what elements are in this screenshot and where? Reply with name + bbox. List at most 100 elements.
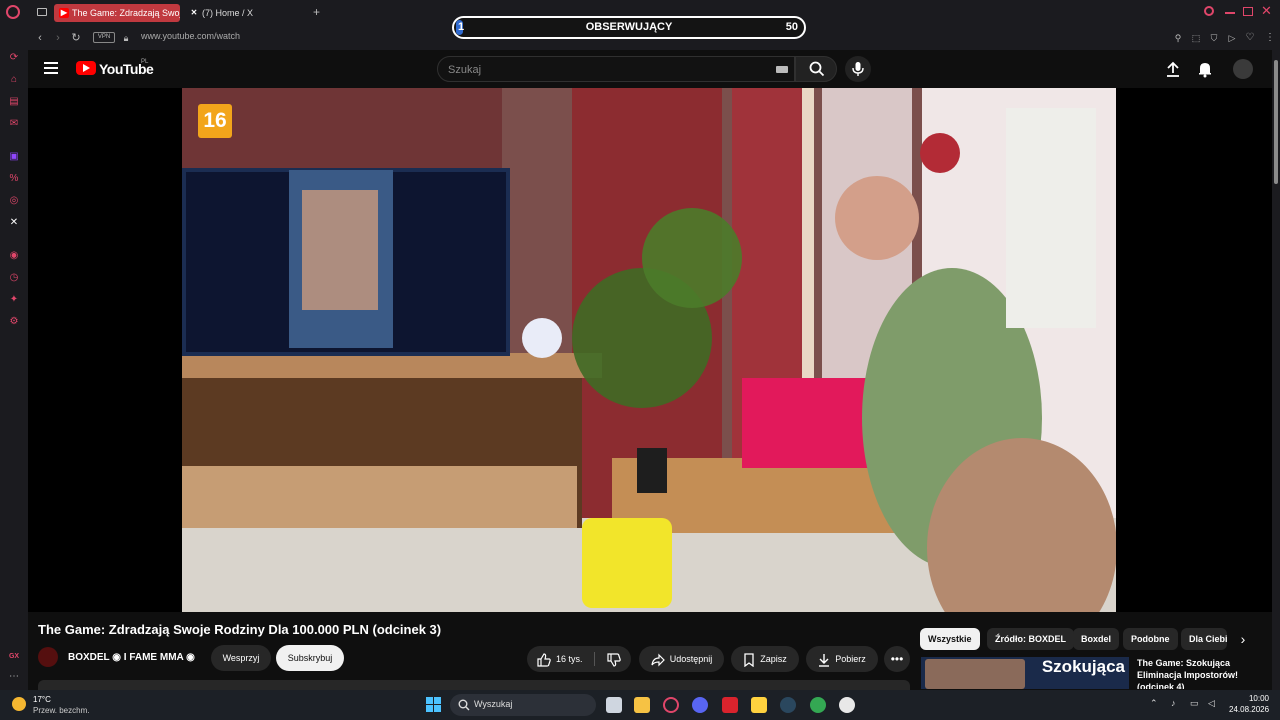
tab-youtube[interactable]: ▶ The Game: Zdradzają Swoje Rodziny — [54, 4, 180, 22]
search-input[interactable] — [448, 61, 748, 78]
lock-icon[interactable]: 🔒︎ — [118, 30, 134, 46]
like-dislike-group: 16 tys. — [527, 646, 631, 672]
news-icon[interactable]: ▤ — [7, 95, 21, 109]
settings-icon[interactable]: ⚙ — [7, 315, 21, 329]
gx-corner-icon[interactable]: ⌂ — [7, 73, 21, 87]
chrome-icon[interactable] — [810, 697, 826, 713]
share-icon — [651, 653, 665, 667]
more-vertical-icon[interactable]: ⋮ — [1262, 30, 1278, 46]
hamburger-menu-icon[interactable] — [44, 62, 58, 74]
page-scrollbar[interactable] — [1272, 50, 1280, 690]
steam-icon[interactable] — [780, 697, 796, 713]
follower-goal-overlay: 1 OBSERWUJĄCY 50 — [452, 16, 806, 39]
like-divider — [594, 652, 595, 666]
share-button[interactable]: Udostępnij — [639, 646, 724, 672]
youtube-icon: ▶ — [59, 8, 69, 18]
yellow-app-icon[interactable] — [751, 697, 767, 713]
x-sidebar-icon[interactable]: ✕ — [7, 216, 21, 230]
weather-description[interactable]: Przew. bezchm. — [33, 706, 89, 715]
video-title: The Game: Zdradzają Swoje Rodziny Dla 10… — [38, 622, 442, 637]
history-icon[interactable]: ◷ — [7, 271, 21, 285]
more-actions-button[interactable]: ••• — [884, 646, 910, 672]
volume-icon[interactable]: ◁ — [1208, 698, 1215, 709]
search-tabs-icon[interactable] — [1204, 6, 1214, 16]
windows-start-icon[interactable] — [426, 697, 442, 713]
play-icon[interactable]: ▷ — [1224, 30, 1240, 46]
video-frame[interactable]: 16 — [182, 88, 1116, 612]
maximize-icon[interactable] — [1243, 7, 1253, 16]
back-icon[interactable]: ‹ — [32, 30, 48, 46]
opera-gx-logo-icon[interactable] — [6, 5, 20, 19]
url-field[interactable]: www.youtube.com/watch — [141, 31, 240, 41]
youtube-header: YouTube PL — [28, 50, 1272, 88]
close-icon[interactable]: ✕ — [1261, 3, 1272, 19]
notifications-bell-icon[interactable] — [1196, 60, 1214, 78]
upload-icon[interactable] — [1164, 60, 1182, 78]
follower-goal: 50 — [785, 21, 798, 33]
instagram-icon[interactable]: ◎ — [7, 194, 21, 208]
network-icon[interactable]: ▭ — [1190, 698, 1199, 709]
account-avatar[interactable] — [1233, 59, 1253, 79]
channel-name[interactable]: BOXDEL ◉ I FAME MMA ◉ — [68, 652, 195, 663]
extensions-icon[interactable]: ✦ — [7, 293, 21, 307]
search-button[interactable] — [795, 56, 837, 82]
clock-date[interactable]: 24.08.2026 — [1229, 705, 1269, 714]
gx-control-icon[interactable]: ⟳ — [7, 51, 21, 65]
gx-label-icon[interactable]: GX — [7, 650, 21, 664]
vpn-badge[interactable]: VPN — [93, 32, 115, 43]
tab-switcher-icon[interactable] — [37, 8, 47, 16]
weather-sun-icon[interactable] — [12, 697, 26, 711]
discord-icon[interactable] — [692, 697, 708, 713]
thumbs-down-icon — [607, 653, 621, 667]
file-explorer-icon[interactable] — [634, 697, 650, 713]
youtube-logo-icon[interactable] — [76, 61, 96, 75]
save-button[interactable]: Zapisz — [731, 646, 799, 672]
clock-time[interactable]: 10:00 — [1229, 694, 1269, 703]
chip-related[interactable]: Podobne — [1123, 628, 1178, 650]
taskbar-search[interactable]: Wyszukaj — [450, 694, 596, 716]
chip-source[interactable]: Źródło: BOXDEL — [987, 628, 1074, 650]
chevron-right-icon[interactable]: › — [1234, 630, 1252, 648]
video-player[interactable]: 16 — [28, 88, 1272, 612]
twitch-icon[interactable]: ▣ — [7, 150, 21, 164]
forward-icon[interactable]: › — [50, 30, 66, 46]
heart-icon[interactable]: ♡ — [1242, 30, 1258, 46]
download-button[interactable]: Pobierz — [806, 646, 878, 672]
browser-app-icon[interactable] — [839, 697, 855, 713]
shield-icon[interactable]: ⛉ — [1206, 30, 1222, 46]
chip-for-you[interactable]: Dla Ciebie — [1181, 628, 1227, 650]
subscribe-button[interactable]: Subskrybuj — [276, 645, 344, 671]
follower-label: OBSERWUJĄCY — [585, 21, 673, 33]
description-box[interactable] — [38, 680, 910, 690]
voice-search-button[interactable] — [845, 56, 871, 82]
like-button[interactable]: 16 tys. — [537, 646, 583, 672]
weather-temperature[interactable]: 17°C — [33, 695, 51, 704]
search-box[interactable] — [437, 56, 795, 82]
chip-all[interactable]: Wszystkie — [920, 628, 980, 650]
scrollbar-thumb[interactable] — [1274, 60, 1278, 184]
tab-label: (7) Home / X — [202, 8, 254, 18]
opera-gx-app-icon[interactable] — [663, 697, 679, 713]
microphone-tray-icon[interactable]: ♪ — [1171, 698, 1176, 708]
discount-icon[interactable]: % — [7, 172, 21, 186]
pin-icon[interactable]: ⚲ — [1170, 30, 1186, 46]
snapshot-icon[interactable]: ⬚ — [1188, 30, 1204, 46]
dislike-button[interactable] — [607, 646, 626, 672]
chevron-up-icon[interactable]: ⌃ — [1150, 698, 1158, 709]
keyboard-icon[interactable] — [776, 66, 788, 73]
task-view-icon[interactable] — [606, 697, 622, 713]
reload-icon[interactable]: ↻ — [68, 30, 84, 46]
channel-avatar[interactable] — [38, 647, 58, 667]
messenger-icon[interactable]: ✉ — [7, 117, 21, 131]
chip-boxdel[interactable]: Boxdel — [1073, 628, 1120, 650]
support-button[interactable]: Wesprzyj — [211, 645, 271, 671]
more-icon[interactable]: ⋯ — [7, 670, 21, 684]
recommendation-title[interactable]: The Game: Szokująca Eliminacja Impostoró… — [1137, 657, 1245, 689]
new-tab-button[interactable]: + — [313, 5, 320, 19]
like-count: 16 tys. — [556, 654, 583, 664]
recommendation-thumbnail[interactable]: Szokująca — [921, 657, 1129, 689]
tab-x-home[interactable]: ✕ (7) Home / X — [184, 4, 304, 22]
player-icon[interactable]: ◉ — [7, 249, 21, 263]
minimize-icon[interactable] — [1225, 12, 1235, 14]
red-app-icon[interactable] — [722, 697, 738, 713]
